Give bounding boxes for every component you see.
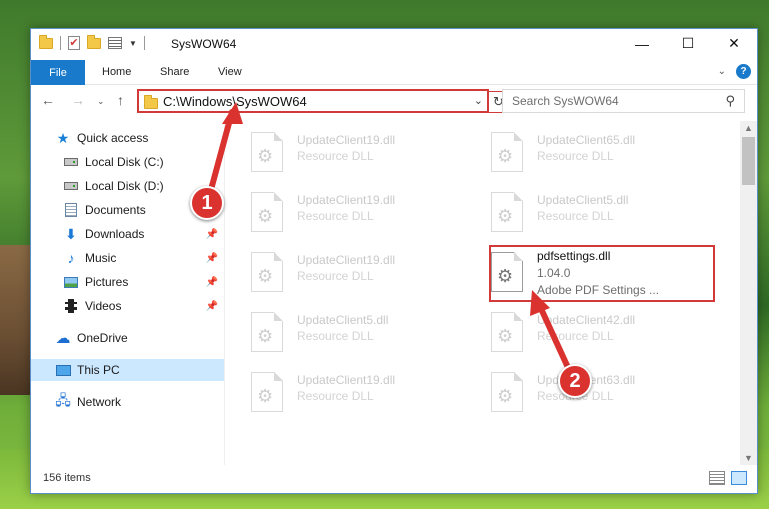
callout-badge-2: 2 <box>558 364 592 398</box>
callout-badge-1: 1 <box>190 186 224 220</box>
callout-arrows <box>209 102 573 375</box>
callout-1-arrowhead <box>222 102 243 124</box>
callout-2-arrow <box>535 299 573 375</box>
